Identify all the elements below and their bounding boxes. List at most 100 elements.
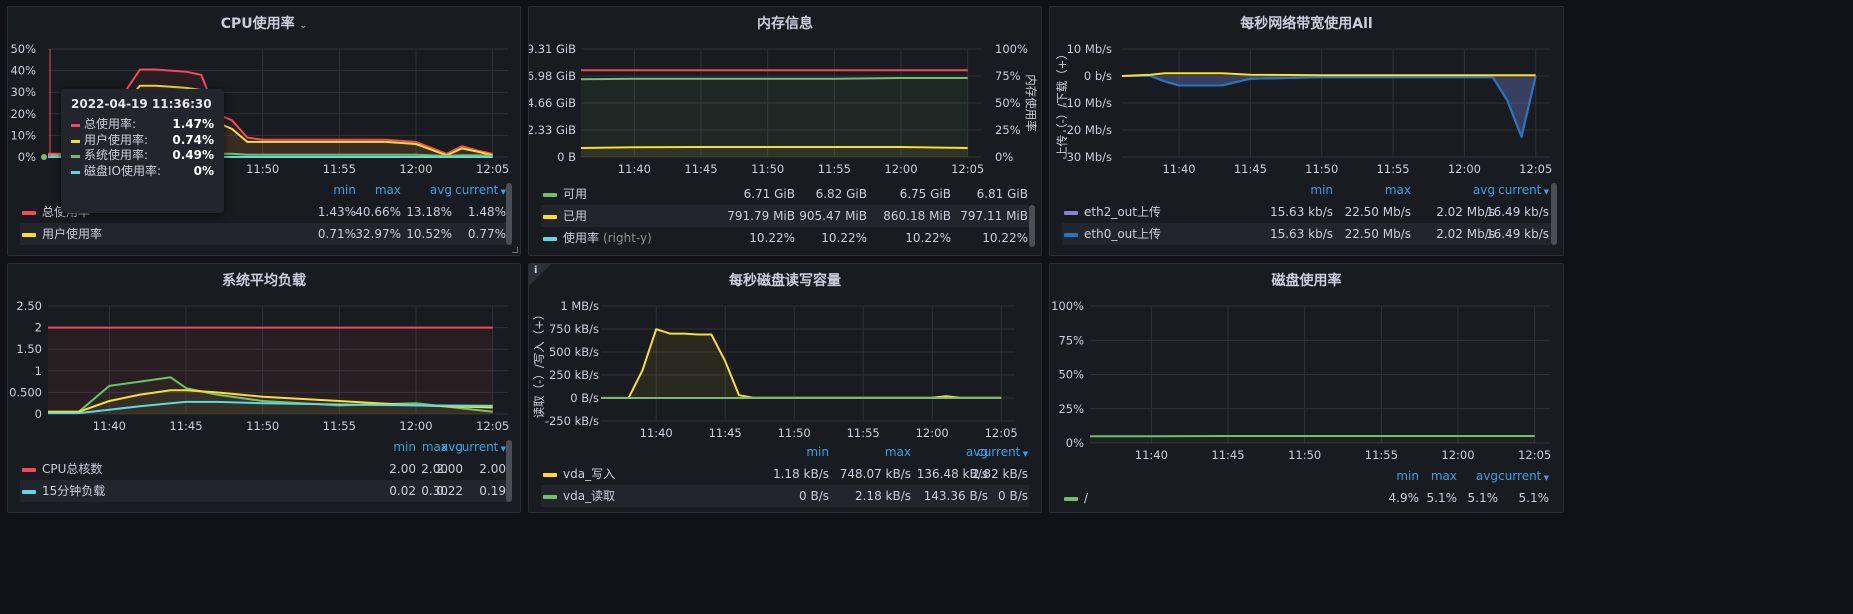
series-color-swatch[interactable] [22,211,36,215]
y-tick-label: 1 [35,364,42,378]
legend-value-min: 1.43% [317,205,356,219]
legend-scrollbar[interactable] [506,183,512,245]
legend-value-max: 10.22% [821,231,867,245]
legend-row[interactable]: CPU总核数 2.00 2.00 2.00 2.00 [20,458,508,480]
legend-series-name[interactable]: 可用 [563,183,587,205]
x-tick-label: 12:05 [1518,448,1551,462]
legend-value-max: 40.66% [355,205,401,219]
legend-sort-min[interactable]: min [1396,465,1419,487]
legend-value-avg: 5.1% [1467,491,1499,505]
tooltip-value: 0% [193,163,214,178]
series-color-swatch [71,170,80,174]
legend-value-avg: 10.52% [406,227,452,241]
legend-scrollbar[interactable] [1029,205,1035,247]
x-tick-label: 11:55 [818,162,851,176]
legend-sort-max[interactable]: max [1431,465,1457,487]
legend-header: min max avg current ▼ [1062,179,1551,201]
legend-row[interactable]: 可用 6.71 GiB 6.82 GiB 6.75 GiB 6.81 GiB [541,183,1029,205]
legend-value-min: 15.63 kb/s [1269,227,1333,241]
legend-series-name[interactable]: / [1084,487,1088,509]
legend-sort-min[interactable]: min [393,436,416,458]
series-color-swatch[interactable] [543,215,557,219]
legend-row[interactable]: vda_读取 0 B/s 2.18 kB/s 143.36 B/s 0 B/s [541,485,1029,507]
legend-row[interactable]: eth0_out上传 15.63 kb/s 22.50 Mb/s 2.02 Mb/s 1… [1062,223,1551,245]
legend-row[interactable]: 已用 791.79 MiB 905.47 MiB 860.18 MiB 797.11 M… [541,205,1029,227]
legend-series-name[interactable]: 使用率 (right-y) [563,227,652,249]
legend-axis-note: (right-y) [603,231,652,245]
legend-scrollbar[interactable] [1551,183,1557,245]
tooltip-value: 1.47% [172,117,214,131]
x-tick-label: 11:45 [1234,162,1267,176]
legend-sort-min[interactable]: min [333,179,356,201]
resize-handle-icon[interactable] [512,247,518,253]
legend-series-name[interactable]: vda_写入 [563,463,615,485]
legend-value-max: 22.50 Mb/s [1344,227,1411,241]
series-color-swatch[interactable] [1064,211,1078,215]
hover-point [41,154,47,160]
series-color-swatch[interactable] [543,495,557,499]
x-tick-label: 12:05 [476,162,509,176]
series-color-swatch[interactable] [1064,497,1078,501]
legend-series-name[interactable]: 已用 [563,205,587,227]
legend-value-min: 0.71% [317,227,356,241]
legend-sort-min[interactable]: min [1310,179,1333,201]
legend-series-name[interactable]: CPU总核数 [42,458,102,480]
y-tick-label: 500 kB/s [549,345,599,359]
legend-series-name[interactable]: 用户使用率 [42,223,102,245]
series-color-swatch[interactable] [543,237,557,241]
y-tick-label: 2 [35,321,42,335]
legend-value-avg: 0.22 [436,484,463,498]
legend-value-min: 791.79 MiB [727,209,795,223]
legend-row[interactable]: 使用率 (right-y) 10.22% 10.22% 10.22% 10.22% [541,227,1029,249]
series-color-swatch[interactable] [543,473,557,477]
sort-desc-icon: ▼ [498,445,506,453]
legend-sort-current[interactable]: current ▼ [1498,179,1549,203]
legend-value-max: 748.07 kB/s [839,467,911,481]
series-color-swatch[interactable] [22,233,36,237]
legend-sort-avg[interactable]: avg [1473,179,1495,201]
x-tick-label: 11:50 [1288,448,1321,462]
tooltip-row: 用户使用率: 0.74% [71,133,214,149]
legend-sort-current[interactable]: current ▼ [455,436,506,460]
legend-sort-max[interactable]: max [375,179,401,201]
legend-value-min: 0.02 [389,484,416,498]
legend-series-name[interactable]: eth0_out上传 [1084,223,1161,245]
series-color-swatch[interactable] [1064,233,1078,237]
legend-series-name[interactable]: vda_读取 [563,485,615,507]
legend-series-name[interactable]: 15分钟负载 [42,480,105,502]
panel-network: 每秒网络带宽使用All 10 Mb/s 0 b/s -10 Mb/s -20 Mb/s… [1049,6,1564,256]
series-color-swatch[interactable] [22,490,36,494]
y-tick-label: 2.33 GiB [528,123,576,137]
legend-value-max: 5.1% [1426,491,1458,505]
legend-scrollbar[interactable] [506,440,512,502]
series-color-swatch[interactable] [22,468,36,472]
x-tick-label: 11:45 [709,426,742,440]
legend-sort-current[interactable]: current ▼ [455,179,506,203]
legend-value-current: 1.48% [467,205,506,219]
x-tick-label: 11:55 [323,162,356,176]
legend-value-current: 0 B/s [998,489,1028,503]
legend-value-current: 5.1% [1518,491,1550,505]
legend-row[interactable]: vda_写入 1.18 kB/s 748.07 kB/s 136.48 kB/s 2.8… [541,463,1029,485]
legend-value-avg: 860.18 MiB [883,209,951,223]
y-tick-label: 40% [10,64,36,78]
y-tick-label: 1 MB/s [560,299,599,313]
load-legend: min max avg current ▼ CPU总核数 2.00 2.00 2.00 2.00… [20,436,508,502]
legend-sort-current[interactable]: current ▼ [977,441,1028,465]
legend-row[interactable]: eth2_out上传 15.63 kb/s 22.50 Mb/s 2.02 Mb/s 1… [1062,201,1551,223]
legend-sort-current[interactable]: current ▼ [1498,465,1549,489]
legend-sort-max[interactable]: max [1385,179,1411,201]
x-tick-label: 11:55 [1365,448,1398,462]
legend-sort-max[interactable]: max [885,441,911,463]
legend-sort-min[interactable]: min [806,441,829,463]
legend-series-name[interactable]: eth2_out上传 [1084,201,1161,223]
legend-row[interactable]: / 4.9% 5.1% 5.1% 5.1% [1062,487,1551,509]
legend-row[interactable]: 用户使用率 0.71% 32.97% 10.52% 0.77% [20,223,508,245]
legend-sort-avg[interactable]: avg [1476,465,1498,487]
legend-value-avg: 143.36 B/s [923,489,988,503]
legend-sort-avg[interactable]: avg [430,179,452,201]
legend-row[interactable]: 15分钟负载 0.02 0.30 0.22 0.19 [20,480,508,502]
series-color-swatch[interactable] [543,193,557,197]
x-tick-label: 12:05 [1519,162,1552,176]
tooltip-series-name: 磁盘IO使用率: [84,163,162,178]
